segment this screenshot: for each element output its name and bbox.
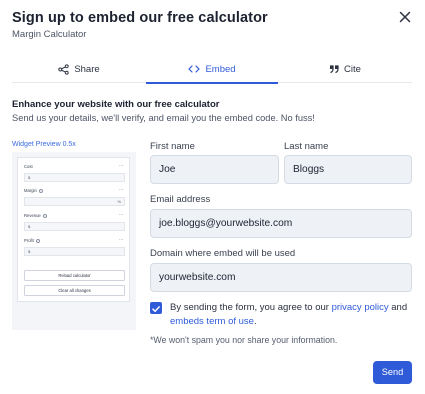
preview-input-cost: $ <box>24 173 125 182</box>
preview-field-label: Cost <box>24 164 33 169</box>
section-description: Send us your details, we'll verify, and … <box>12 113 315 123</box>
code-icon <box>188 65 201 73</box>
preview-reload-button: Reload calculator <box>24 270 125 281</box>
more-icon: ⋯ <box>119 163 124 169</box>
more-icon: ⋯ <box>119 212 124 218</box>
preview-field-label: Margin <box>24 188 43 193</box>
more-icon: ⋯ <box>119 187 124 193</box>
info-icon <box>35 238 40 243</box>
more-icon: ⋯ <box>119 237 124 243</box>
share-icon <box>58 63 69 75</box>
section-title: Enhance your website with our free calcu… <box>12 99 220 110</box>
quote-icon <box>330 64 339 73</box>
preview-field-label: Revenue <box>24 213 47 218</box>
preview-input-margin: % <box>24 197 125 206</box>
info-icon <box>38 188 43 193</box>
widget-preview-label: Widget Preview 0.5x <box>12 141 76 148</box>
embed-terms-link[interactable]: embeds term of use <box>170 316 254 327</box>
email-field[interactable]: joe.bloggs@yourwebsite.com <box>150 209 412 238</box>
preview-input-revenue: $ <box>24 222 125 231</box>
tab-cite[interactable]: Cite <box>278 55 412 83</box>
domain-label: Domain where embed will be used <box>150 248 296 259</box>
checkmark-icon <box>152 306 160 313</box>
tab-embed-label: Embed <box>205 63 236 75</box>
email-label: Email address <box>150 194 211 205</box>
modal-subtitle: Margin Calculator <box>12 29 87 40</box>
consent-text: By sending the form, you agree to our pr… <box>170 302 408 327</box>
info-icon <box>42 213 47 218</box>
widget-preview-card: Cost ⋯ $ Margin ⋯ % Revenue ⋯ $ Profit ⋯… <box>17 157 130 302</box>
tab-embed[interactable]: Embed <box>146 55 278 84</box>
tab-bar: Share Embed Cite <box>12 55 412 84</box>
modal-title: Sign up to embed our free calculator <box>12 10 268 26</box>
last-name-field[interactable]: Bloggs <box>284 155 412 184</box>
close-button[interactable] <box>397 9 413 25</box>
embed-signup-modal: Sign up to embed our free calculator Mar… <box>0 0 425 394</box>
consent-checkbox[interactable] <box>150 302 162 314</box>
active-tab-indicator <box>146 82 278 84</box>
preview-clear-button: Clear all changes <box>24 285 125 296</box>
tab-share-label: Share <box>74 63 100 75</box>
privacy-note: *We won't spam you nor share your inform… <box>150 335 338 345</box>
domain-field[interactable]: yourwebsite.com <box>150 263 412 292</box>
preview-input-profit: $ <box>24 247 125 256</box>
last-name-label: Last name <box>284 141 329 152</box>
first-name-field[interactable]: Joe <box>150 155 279 184</box>
close-icon <box>399 11 411 23</box>
tab-share[interactable]: Share <box>12 55 146 83</box>
privacy-policy-link[interactable]: privacy policy <box>332 302 389 313</box>
send-button[interactable]: Send <box>373 361 412 384</box>
tab-cite-label: Cite <box>344 63 361 75</box>
preview-field-label: Profit <box>24 238 40 243</box>
first-name-label: First name <box>150 141 195 152</box>
